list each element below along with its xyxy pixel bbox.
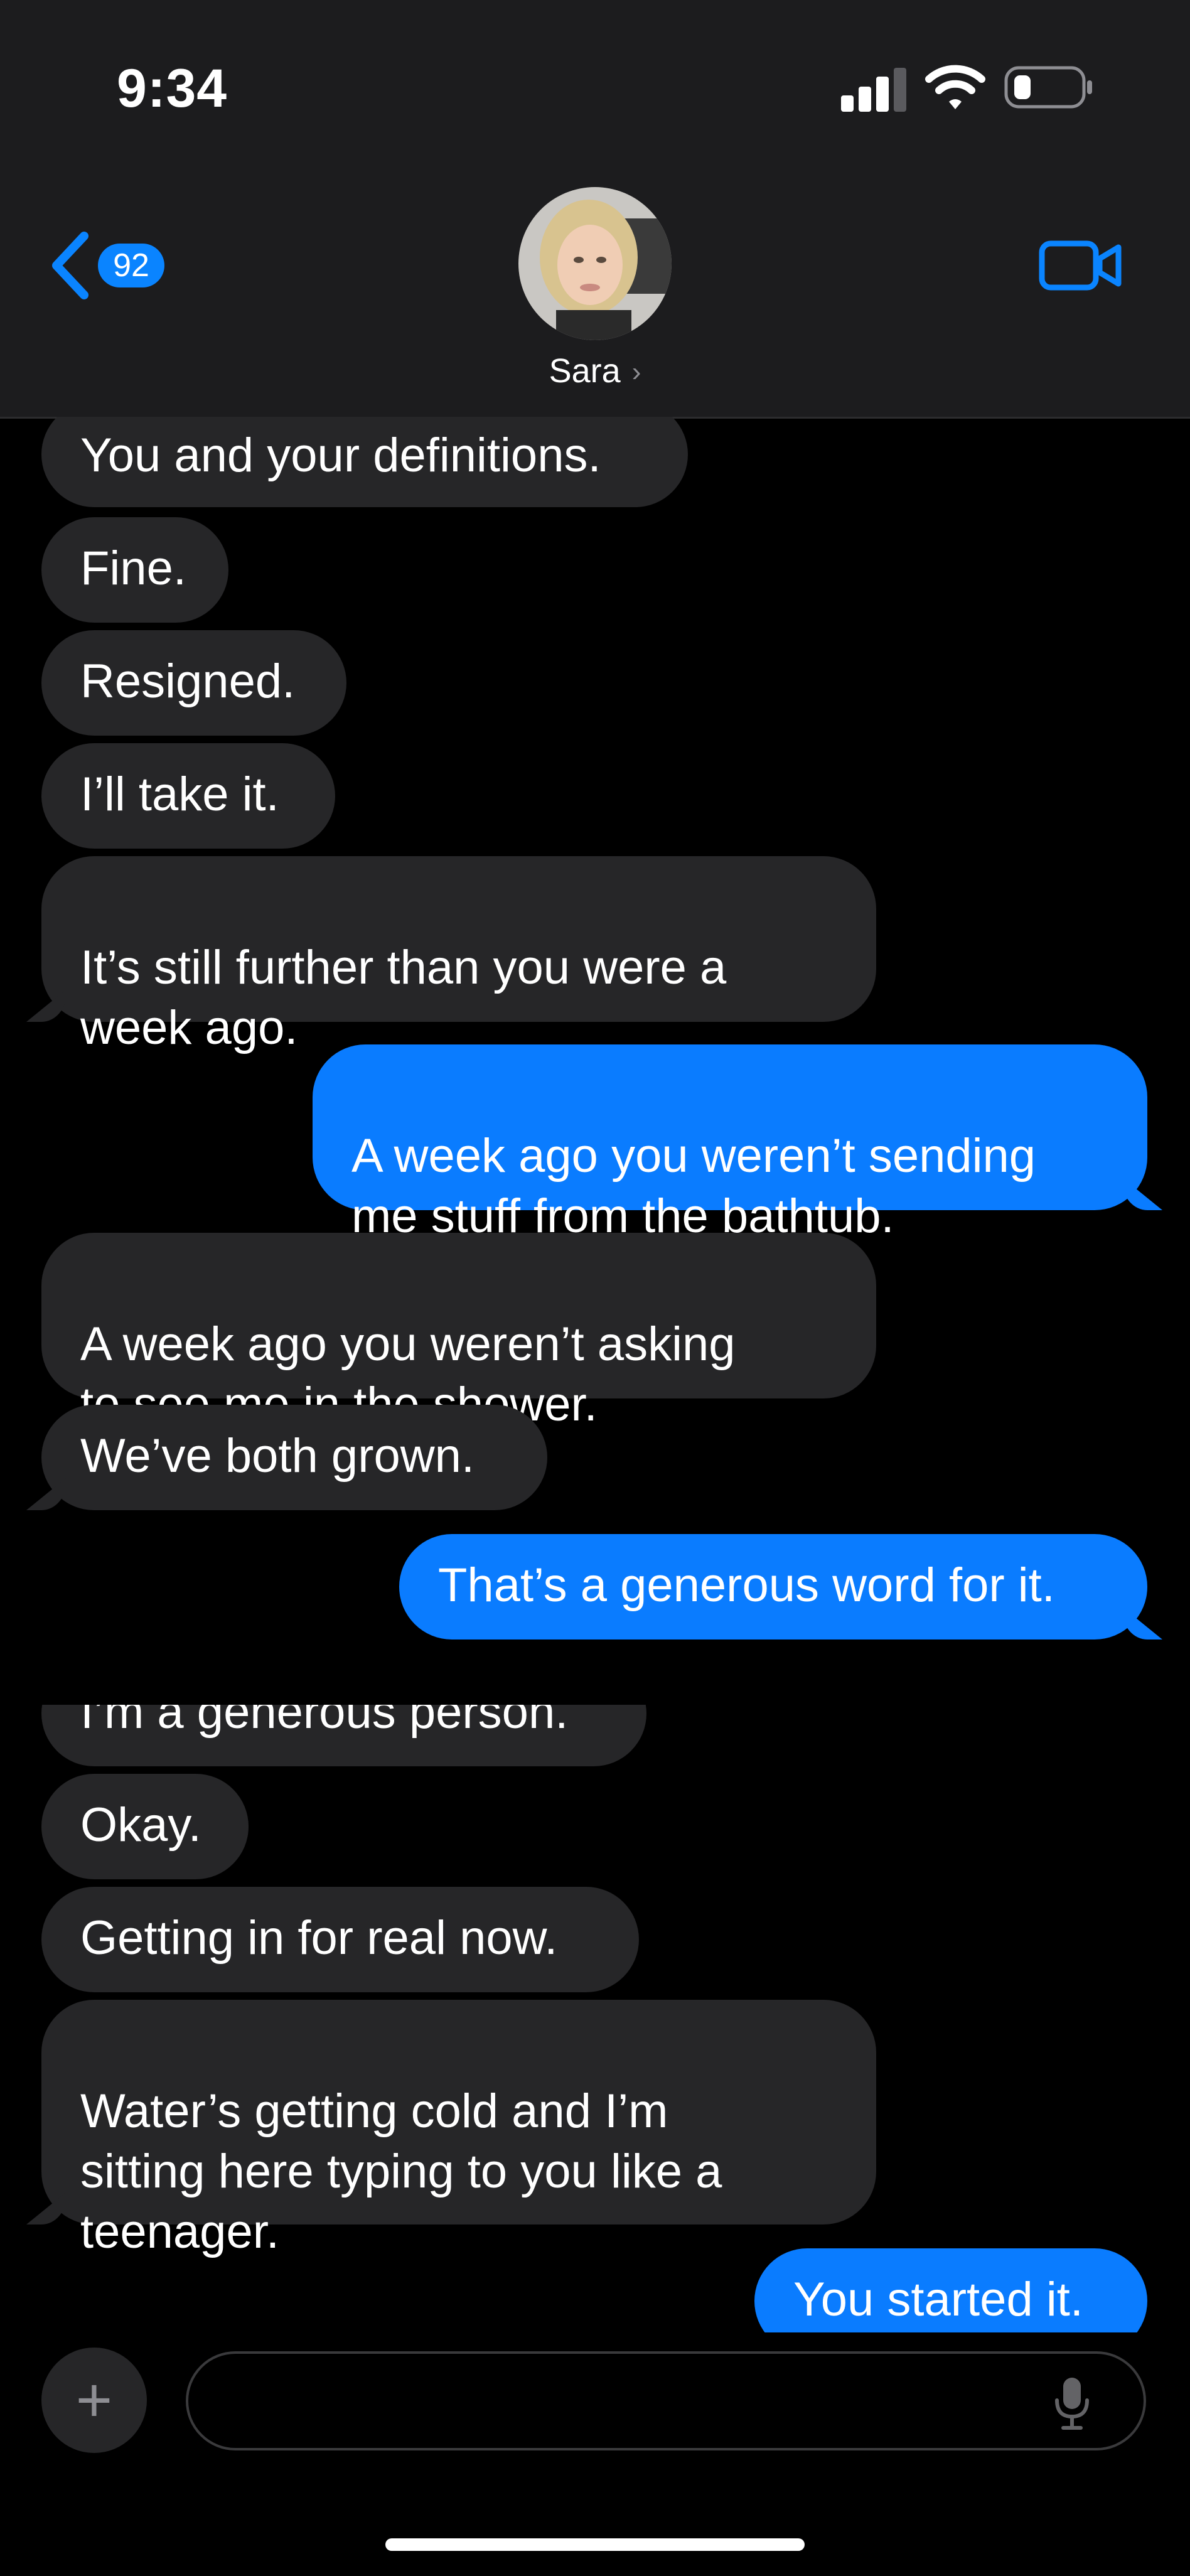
- message-text: Water’s getting cold and I’m sitting her…: [80, 2085, 722, 2258]
- contact-name[interactable]: Sara ›: [0, 352, 1190, 390]
- plus-icon: +: [75, 2365, 113, 2435]
- message-bubble-outgoing[interactable]: A week ago you weren’t sending me stuff …: [313, 1044, 1147, 1243]
- message-text: I’ll take it.: [80, 768, 279, 821]
- home-indicator[interactable]: [385, 2538, 805, 2551]
- chevron-right-icon: ›: [631, 357, 641, 387]
- message-input-field[interactable]: [186, 2351, 1146, 2450]
- message-bubble-outgoing[interactable]: You started it.: [754, 2248, 1147, 2332]
- message-text: We’ve both grown.: [80, 1429, 475, 1483]
- message-bubble-incoming[interactable]: I’ll take it.: [41, 743, 335, 849]
- battery-icon: [1004, 66, 1092, 109]
- message-text: You and your definitions.: [80, 429, 601, 482]
- message-text: Resigned.: [80, 655, 296, 708]
- conversation-header: 92 Sara ›: [0, 163, 1190, 419]
- message-bubble-incoming[interactable]: Okay.: [41, 1774, 249, 1879]
- add-attachment-button[interactable]: +: [41, 2348, 147, 2453]
- unread-count-badge: 92: [98, 244, 164, 287]
- message-bubble-incoming[interactable]: Getting in for real now.: [41, 1887, 639, 1992]
- video-call-button[interactable]: [1038, 236, 1123, 295]
- message-bubble-incoming[interactable]: A week ago you weren’t asking to see me …: [41, 1233, 876, 1431]
- message-input[interactable]: [226, 2369, 1044, 2435]
- message-bubble-incoming[interactable]: Resigned.: [41, 630, 346, 736]
- message-text: It’s still further than you were a week …: [80, 941, 727, 1055]
- message-thread: You and your definitions. Fine. Resigned…: [0, 417, 1190, 1705]
- message-text: You started it.: [793, 2273, 1083, 2326]
- contact-name-label: Sara: [549, 352, 621, 390]
- message-bubble-incoming[interactable]: You and your definitions.: [41, 417, 688, 507]
- message-text: Okay.: [80, 1798, 201, 1852]
- back-button[interactable]: 92: [48, 231, 173, 300]
- message-bubble-incoming[interactable]: Fine.: [41, 517, 228, 623]
- message-bubble-incoming[interactable]: It’s still further than you were a week …: [41, 856, 876, 1055]
- messages-app: 9:34 92 Sara › You and your definitions.…: [0, 0, 1190, 2576]
- microphone-icon[interactable]: [1052, 2375, 1092, 2430]
- message-text: I’m a generous person.: [80, 1705, 569, 1739]
- wifi-icon: [925, 65, 985, 109]
- status-bar: 9:34: [0, 0, 1190, 163]
- cellular-signal-icon: [841, 68, 908, 112]
- avatar-photo: [518, 187, 672, 340]
- message-bubble-outgoing[interactable]: That’s a generous word for it.: [399, 1534, 1147, 1640]
- message-text: That’s a generous word for it.: [438, 1559, 1055, 1612]
- message-text: Getting in for real now.: [80, 1911, 558, 1965]
- message-thread-lower: I’m a generous person. Okay. Getting in …: [0, 1705, 1190, 2332]
- message-bubble-incoming[interactable]: We’ve both grown.: [41, 1405, 547, 1510]
- message-text: Fine.: [80, 542, 186, 595]
- status-time: 9:34: [117, 58, 228, 119]
- message-bubble-incoming[interactable]: I’m a generous person.: [41, 1705, 646, 1766]
- back-chevron-icon: [52, 232, 88, 299]
- message-text: A week ago you weren’t sending me stuff …: [351, 1129, 1036, 1243]
- contact-avatar[interactable]: [518, 187, 672, 340]
- message-bubble-incoming[interactable]: Water’s getting cold and I’m sitting her…: [41, 2000, 876, 2258]
